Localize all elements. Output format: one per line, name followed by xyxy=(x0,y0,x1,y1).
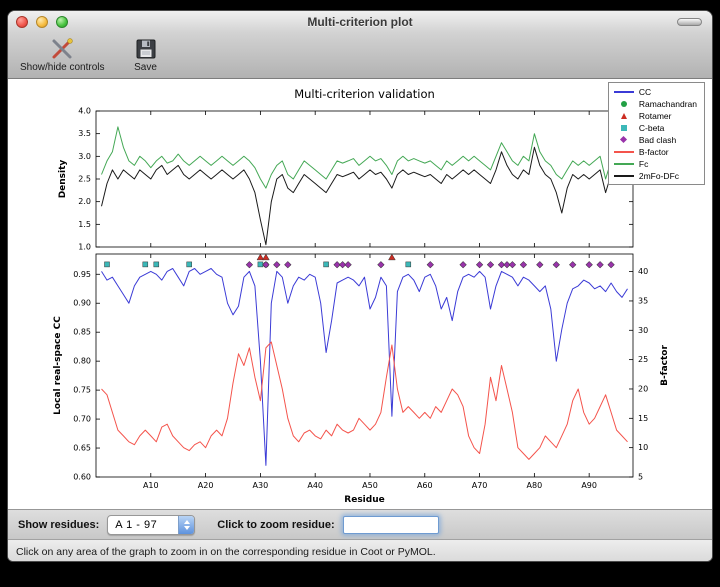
svg-text:1.5: 1.5 xyxy=(78,220,91,229)
status-bar: Click on any area of the graph to zoom i… xyxy=(8,539,712,562)
svg-text:A30: A30 xyxy=(253,481,269,490)
svg-text:A90: A90 xyxy=(581,481,597,490)
residue-range-select[interactable]: A 1 - 97 xyxy=(107,515,195,535)
legend-entry: Ramachandran xyxy=(614,98,697,109)
toolbar-toggle-pill[interactable] xyxy=(677,18,702,26)
svg-text:3.0: 3.0 xyxy=(78,152,91,161)
svg-text:0.60: 0.60 xyxy=(73,473,91,482)
svg-text:0.90: 0.90 xyxy=(73,299,91,308)
legend-entry: CC xyxy=(614,86,697,97)
svg-text:0.75: 0.75 xyxy=(73,386,91,395)
svg-text:A80: A80 xyxy=(527,481,543,490)
svg-text:A40: A40 xyxy=(307,481,323,490)
window-controls xyxy=(16,16,68,28)
zoom-residue-input[interactable] xyxy=(343,516,439,534)
svg-text:0.70: 0.70 xyxy=(73,415,91,424)
app-window: Multi-criterion plot Show/hide controls xyxy=(7,10,713,562)
svg-text:A10: A10 xyxy=(143,481,159,490)
line-legend-marker-icon xyxy=(614,163,634,165)
svg-text:15: 15 xyxy=(638,414,648,423)
zoom-residue-label: Click to zoom residue: xyxy=(217,519,334,531)
svg-text:A70: A70 xyxy=(472,481,488,490)
svg-text:30: 30 xyxy=(638,326,648,335)
close-button[interactable] xyxy=(16,16,28,28)
svg-text:0.85: 0.85 xyxy=(73,328,91,337)
tools-icon xyxy=(49,36,75,62)
legend-label: C-beta xyxy=(639,123,665,133)
svg-text:40: 40 xyxy=(638,267,648,276)
svg-text:20: 20 xyxy=(638,384,648,393)
line-legend-marker-icon xyxy=(614,151,634,153)
show-hide-controls-button[interactable]: Show/hide controls xyxy=(20,36,105,73)
legend-entry: Rotamer xyxy=(614,110,697,121)
legend-label: Rotamer xyxy=(639,111,672,121)
window-title: Multi-criterion plot xyxy=(8,15,712,29)
show-residues-label: Show residues: xyxy=(18,519,99,531)
residue-range-value: A 1 - 97 xyxy=(108,519,178,531)
toolbar-button-label: Show/hide controls xyxy=(20,62,105,73)
square-legend-marker-icon xyxy=(614,125,634,131)
line-legend-marker-icon xyxy=(614,91,634,93)
svg-text:10: 10 xyxy=(638,443,648,452)
svg-text:A50: A50 xyxy=(362,481,378,490)
svg-text:Residue: Residue xyxy=(344,495,384,505)
legend-entry: Fc xyxy=(614,158,697,169)
down-arrow-icon xyxy=(184,526,190,530)
svg-text:1.0: 1.0 xyxy=(78,243,91,252)
svg-text:A20: A20 xyxy=(198,481,214,490)
svg-text:0.65: 0.65 xyxy=(73,444,91,453)
up-arrow-icon xyxy=(184,520,190,524)
line-legend-marker-icon xyxy=(614,175,634,177)
svg-text:5: 5 xyxy=(638,473,643,482)
svg-text:2.0: 2.0 xyxy=(78,197,91,206)
circle-legend-marker-icon xyxy=(614,101,634,107)
svg-text:2.5: 2.5 xyxy=(78,175,91,184)
legend-entry: 2mFo-DFc xyxy=(614,170,697,181)
plot-legend: CC Ramachandran Rotamer C-beta Bad clash B-fa… xyxy=(608,82,705,185)
legend-entry: C-beta xyxy=(614,122,697,133)
save-icon xyxy=(135,36,157,62)
toolbar-button-label: Save xyxy=(134,62,157,73)
svg-text:Density: Density xyxy=(58,160,68,199)
svg-text:Multi-criterion validation: Multi-criterion validation xyxy=(294,87,435,101)
status-text: Click on any area of the graph to zoom i… xyxy=(16,546,436,558)
title-bar[interactable]: Multi-criterion plot xyxy=(8,11,712,33)
svg-text:4.0: 4.0 xyxy=(78,107,91,116)
legend-entry: B-factor xyxy=(614,146,697,157)
toolbar: Show/hide controls Save xyxy=(8,33,712,79)
legend-entry: Bad clash xyxy=(614,134,697,145)
diamond-legend-marker-icon xyxy=(614,137,634,142)
legend-label: 2mFo-DFc xyxy=(639,171,679,181)
stepper-arrows-icon[interactable] xyxy=(178,516,194,534)
legend-label: Ramachandran xyxy=(639,99,697,109)
plot-figure: Multi-criterion validation 1.0 1.5 2.0 2.5 3.… xyxy=(8,79,712,509)
legend-label: Fc xyxy=(639,159,648,169)
save-button[interactable]: Save xyxy=(119,36,173,73)
svg-text:B-factor: B-factor xyxy=(660,345,670,386)
svg-text:0.80: 0.80 xyxy=(73,357,91,366)
svg-text:35: 35 xyxy=(638,296,648,305)
zoom-window-button[interactable] xyxy=(56,16,68,28)
svg-text:3.5: 3.5 xyxy=(78,129,91,138)
minimize-button[interactable] xyxy=(36,16,48,28)
svg-text:A60: A60 xyxy=(417,481,433,490)
svg-text:0.95: 0.95 xyxy=(73,270,91,279)
triangle-legend-marker-icon xyxy=(614,113,634,119)
legend-label: B-factor xyxy=(639,147,669,157)
svg-text:Local real-space CC: Local real-space CC xyxy=(53,316,63,415)
legend-label: CC xyxy=(639,87,651,97)
svg-text:25: 25 xyxy=(638,355,648,364)
legend-label: Bad clash xyxy=(639,135,676,145)
